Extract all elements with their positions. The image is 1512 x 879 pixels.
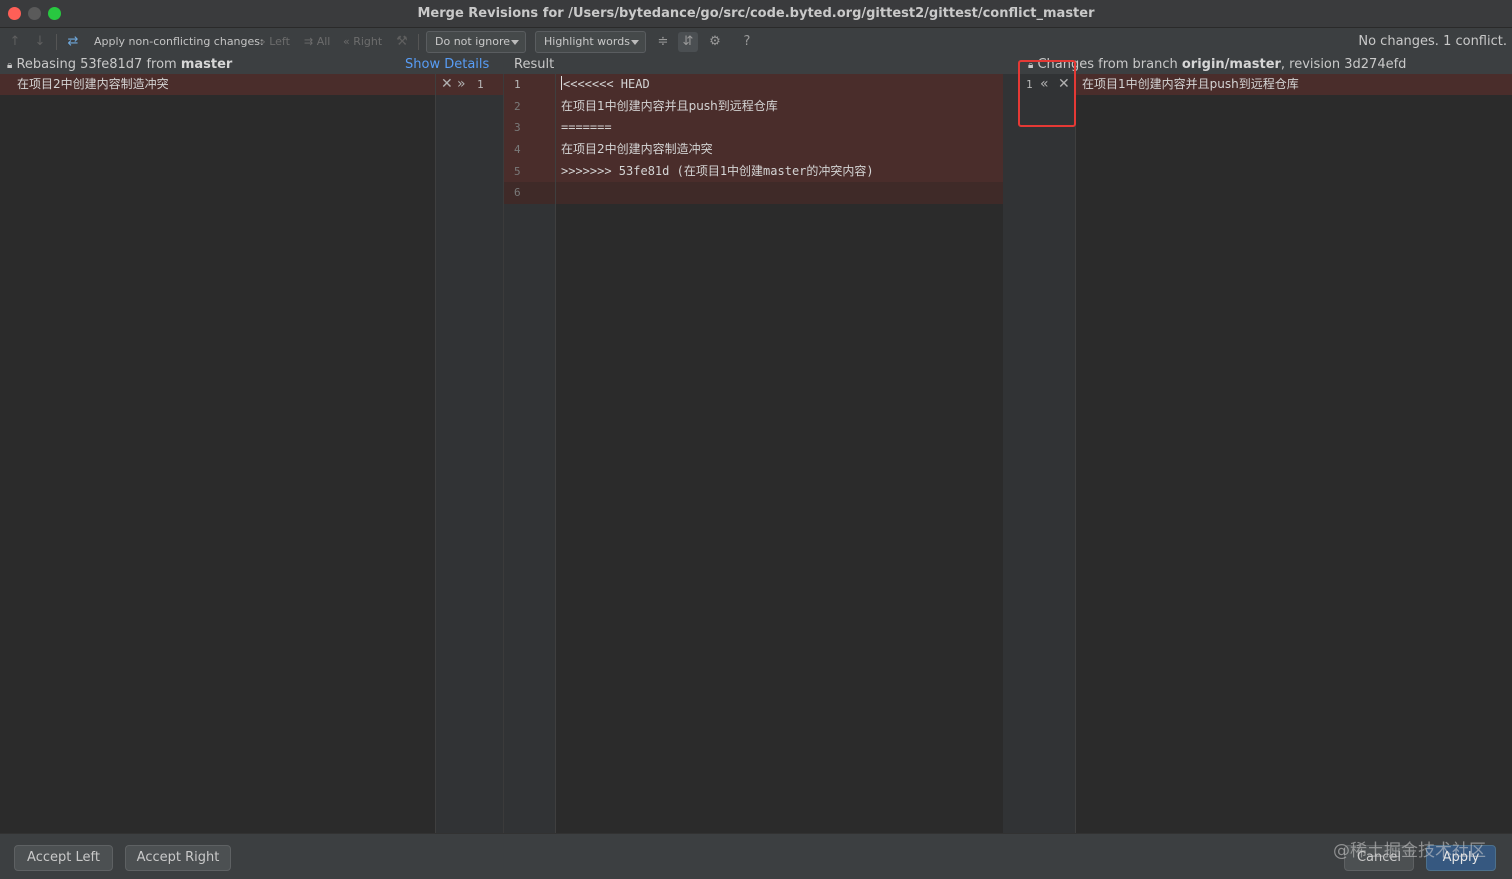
result-line-number: 4 (514, 143, 521, 156)
merge-status: No changes. 1 conflict. (1358, 34, 1507, 49)
whitespace-ignore-value: Do not ignore (435, 35, 510, 48)
result-line-1-text: <<<<<<< HEAD (563, 77, 650, 91)
result-editor-pane[interactable]: <<<<<<< HEAD 在项目1中创建内容并且push到远程仓库 ======… (555, 74, 1004, 833)
double-chevron-right-icon: » (259, 35, 270, 48)
double-chevron-left-icon: « (343, 35, 354, 48)
accept-left-button[interactable]: Accept Left (14, 845, 113, 871)
show-details-link[interactable]: Show Details (405, 56, 489, 73)
apply-left-label: Left (269, 35, 290, 48)
previous-difference-icon[interactable]: ↑ (5, 32, 25, 52)
left-editor-pane[interactable]: 在项目2中创建内容制造冲突 (0, 74, 436, 833)
help-icon[interactable]: ? (737, 32, 757, 52)
result-gutter-conflict-tail (504, 182, 555, 204)
result-line-numbers: 1 2 3 4 5 6 (504, 74, 555, 833)
right-branch-name: origin/master (1181, 57, 1281, 72)
result-pane-header: Result (514, 57, 555, 72)
result-line-number: 1 (514, 78, 521, 91)
apply-all-button[interactable]: ⇉ All (304, 33, 330, 51)
ignore-left-change-icon[interactable]: ✕ (441, 74, 453, 95)
wand-icon[interactable]: ⚒ (392, 32, 412, 52)
result-line-number: 6 (514, 186, 521, 199)
apply-all-label: All (316, 35, 331, 48)
next-difference-icon[interactable]: ↓ (30, 32, 50, 52)
left-pane-header: 🔒︎ Rebasing 53fe81d7 from master (7, 56, 232, 74)
right-revision: , revision 3d274efd (1280, 57, 1407, 72)
magic-resolve-icon[interactable]: ⇄ (63, 32, 83, 52)
watermark: @稀土掘金技术社区 (1333, 841, 1486, 861)
dialog-button-bar: Accept Left Accept Right Cancel Apply @稀… (0, 833, 1512, 879)
accept-right-button[interactable]: Accept Right (125, 845, 231, 871)
result-line-number: 3 (514, 121, 521, 134)
window-title: Merge Revisions for /Users/bytedance/go/… (417, 6, 1095, 21)
text-cursor (561, 76, 562, 90)
result-line-1[interactable]: <<<<<<< HEAD (561, 74, 650, 95)
apply-right-button[interactable]: « Right (343, 33, 382, 51)
toolbar-separator (56, 34, 57, 50)
lock-icon: 🔒︎ (7, 60, 13, 71)
left-line-number: 1 (477, 78, 484, 91)
collapse-unchanged-icon[interactable]: ≑ (653, 32, 673, 52)
merge-arrows-icon: ⇉ (304, 35, 317, 48)
gear-icon[interactable]: ⚙ (705, 32, 725, 52)
apply-right-label: Right (353, 35, 383, 48)
result-line-number: 5 (514, 165, 521, 178)
result-line-4[interactable]: 在项目2中创建内容制造冲突 (561, 139, 713, 160)
toolbar: ↑ ↓ ⇄ Apply non-conflicting changes: » L… (0, 28, 1512, 56)
right-pane-header: 🔒︎ Changes from branch origin/master, re… (1028, 56, 1406, 74)
toolbar-separator (418, 34, 419, 50)
left-branch-name: master (180, 57, 233, 72)
apply-left-button[interactable]: » Left (259, 33, 290, 51)
left-gutter: ✕ » 1 (436, 74, 504, 833)
right-editor-pane[interactable]: 在项目1中创建内容并且push到远程仓库 (1076, 74, 1512, 833)
result-line-3[interactable]: ======= (561, 117, 612, 138)
right-line-1[interactable]: 在项目1中创建内容并且push到远程仓库 (1076, 74, 1512, 95)
highlight-mode-dropdown[interactable]: Highlight words (535, 31, 646, 53)
whitespace-ignore-dropdown[interactable]: Do not ignore (426, 31, 526, 53)
panes-header: 🔒︎ Rebasing 53fe81d7 from master Show De… (0, 56, 1512, 74)
annotation-highlight-box (1018, 60, 1076, 127)
apply-nonconflicting-label: Apply non-conflicting changes: (94, 35, 264, 48)
result-line-2[interactable]: 在项目1中创建内容并且push到远程仓库 (561, 96, 778, 117)
title-bar: Merge Revisions for /Users/bytedance/go/… (0, 0, 1512, 28)
chevron-down-icon (631, 40, 639, 45)
sync-scroll-icon[interactable]: ⇵ (678, 32, 698, 52)
result-conflict-tail (556, 182, 1004, 204)
accept-left-change-icon[interactable]: » (457, 74, 466, 95)
result-line-number: 2 (514, 100, 521, 113)
right-gutter: 1 « ✕ (1003, 74, 1076, 833)
result-gutter-conflict-bg (504, 74, 555, 182)
chevron-down-icon (511, 40, 519, 45)
left-pane-title: Rebasing 53fe81d7 from (16, 57, 181, 72)
result-line-5[interactable]: >>>>>>> 53fe81d (在项目1中创建master的冲突内容) (561, 161, 874, 182)
left-line-1[interactable]: 在项目2中创建内容制造冲突 (0, 74, 435, 95)
highlight-mode-value: Highlight words (544, 35, 630, 48)
